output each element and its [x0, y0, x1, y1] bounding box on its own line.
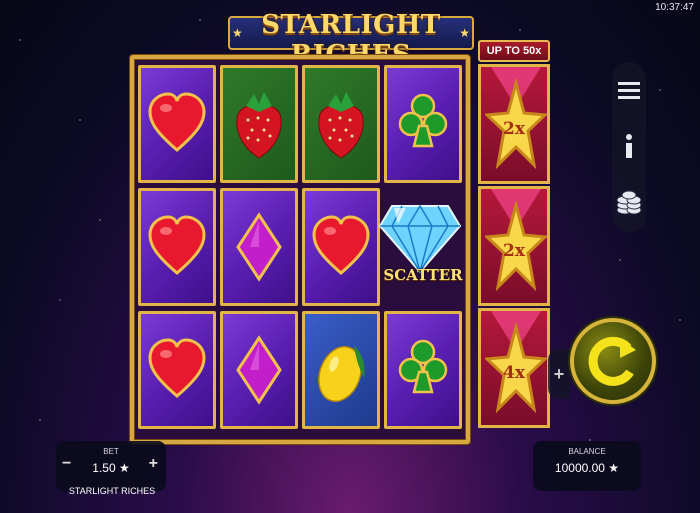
- spin-icon: [588, 336, 636, 386]
- bet-panel: − BET 1.50 ★ +: [56, 441, 166, 491]
- symbol-strawberry: [302, 65, 380, 183]
- diamond-shape-icon: [236, 335, 282, 405]
- menu-icon: [618, 82, 640, 99]
- multiplier-header: UP TO 50x: [478, 40, 550, 62]
- multiplier-column: UP TO 50x 2x 2x 4x: [474, 40, 552, 442]
- strawberry-icon: [236, 92, 282, 159]
- coins-icon: [616, 190, 642, 215]
- symbol-heart: [302, 188, 380, 306]
- multiplier-value: 2x: [503, 241, 525, 261]
- coins-button[interactable]: [612, 182, 646, 222]
- info-button[interactable]: [612, 126, 646, 166]
- club-icon: [398, 339, 448, 394]
- symbol-heart: [138, 188, 216, 306]
- lemon-icon: [318, 346, 365, 402]
- symbol-strawberry: [220, 65, 298, 183]
- multiplier-value: 4x: [503, 363, 525, 383]
- multiplier-cell: 2x: [478, 186, 550, 306]
- info-icon: [626, 134, 632, 158]
- balance-value: 10000.00 ★: [554, 461, 620, 475]
- game-name-label: STARLIGHT RICHES: [68, 486, 156, 496]
- symbol-heart: [138, 65, 216, 183]
- balance-label: BALANCE: [568, 447, 606, 456]
- symbol-scatter: SCATTER: [372, 186, 468, 296]
- symbol-club: [384, 65, 462, 183]
- symbol-heart: [138, 311, 216, 429]
- heart-icon: [312, 215, 370, 275]
- multiplier-value: 2x: [503, 119, 525, 139]
- strawberry-icon: [318, 92, 364, 159]
- symbol-diamond: [220, 311, 298, 429]
- scatter-label: SCATTER: [383, 266, 463, 284]
- game-logo: ★ ★ STARLIGHT RICHES: [228, 4, 474, 70]
- balance-panel: BALANCE 10000.00 ★: [533, 441, 641, 491]
- spin-plus-button[interactable]: +: [548, 349, 570, 399]
- multiplier-cell: 4x: [478, 308, 550, 428]
- spin-button[interactable]: [570, 318, 656, 404]
- diamond-shape-icon: [236, 212, 282, 282]
- symbol-diamond: [220, 188, 298, 306]
- club-icon: [398, 93, 448, 148]
- symbol-club: [384, 311, 462, 429]
- heart-icon: [148, 338, 206, 398]
- bet-increase-button[interactable]: +: [149, 455, 158, 473]
- symbol-lemon: [302, 311, 380, 429]
- heart-icon: [148, 92, 206, 152]
- multiplier-cell: 2x: [478, 64, 550, 184]
- clock: 10:37:47: [655, 2, 694, 13]
- heart-icon: [148, 215, 206, 275]
- menu-button[interactable]: [612, 70, 646, 110]
- side-menu: [612, 62, 646, 232]
